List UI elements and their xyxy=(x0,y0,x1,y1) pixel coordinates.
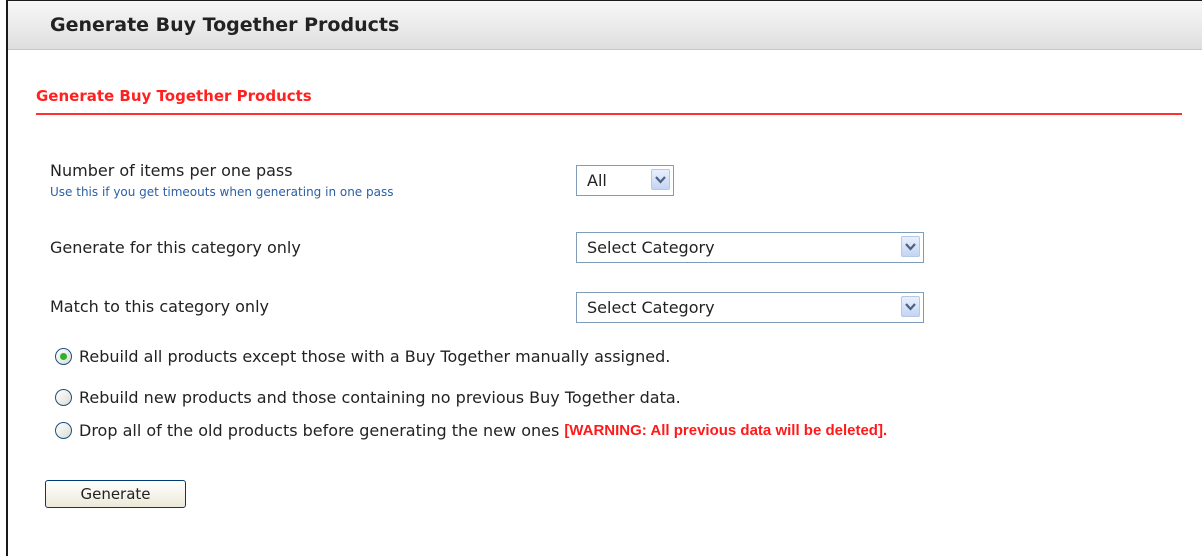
panel-header: Generate Buy Together Products xyxy=(8,1,1202,50)
items-per-pass-select[interactable]: All xyxy=(576,165,674,196)
drop-all-label: Drop all of the old products before gene… xyxy=(79,421,560,440)
match-category-value: Select Category xyxy=(587,298,715,317)
chevron-down-icon[interactable] xyxy=(901,296,920,317)
rebuild-all-option[interactable]: Rebuild all products except those with a… xyxy=(55,347,670,366)
items-per-pass-hint: Use this if you get timeouts when genera… xyxy=(50,185,394,199)
section-title: Generate Buy Together Products xyxy=(36,87,312,105)
rebuild-all-radio[interactable] xyxy=(55,348,72,365)
match-category-label: Match to this category only xyxy=(50,297,269,316)
generate-button[interactable]: Generate xyxy=(45,480,186,508)
rebuild-new-option[interactable]: Rebuild new products and those containin… xyxy=(55,388,681,407)
drop-all-option[interactable]: Drop all of the old products before gene… xyxy=(55,421,887,440)
rebuild-new-label: Rebuild new products and those containin… xyxy=(79,388,681,407)
rebuild-new-radio[interactable] xyxy=(55,389,72,406)
generate-category-select[interactable]: Select Category xyxy=(576,232,924,263)
drop-all-radio[interactable] xyxy=(55,422,72,439)
chevron-down-icon[interactable] xyxy=(651,169,670,190)
generate-category-label: Generate for this category only xyxy=(50,238,301,257)
buy-together-panel: Generate Buy Together Products Generate … xyxy=(6,0,1202,556)
items-per-pass-label: Number of items per one pass xyxy=(50,161,293,180)
chevron-down-icon[interactable] xyxy=(901,236,920,257)
generate-category-value: Select Category xyxy=(587,238,715,257)
drop-all-warning: [WARNING: All previous data will be dele… xyxy=(564,422,888,439)
rebuild-all-label: Rebuild all products except those with a… xyxy=(79,347,671,366)
panel-title: Generate Buy Together Products xyxy=(50,14,400,36)
items-per-pass-value: All xyxy=(587,171,607,190)
section-divider xyxy=(36,113,1182,115)
match-category-select[interactable]: Select Category xyxy=(576,292,924,323)
